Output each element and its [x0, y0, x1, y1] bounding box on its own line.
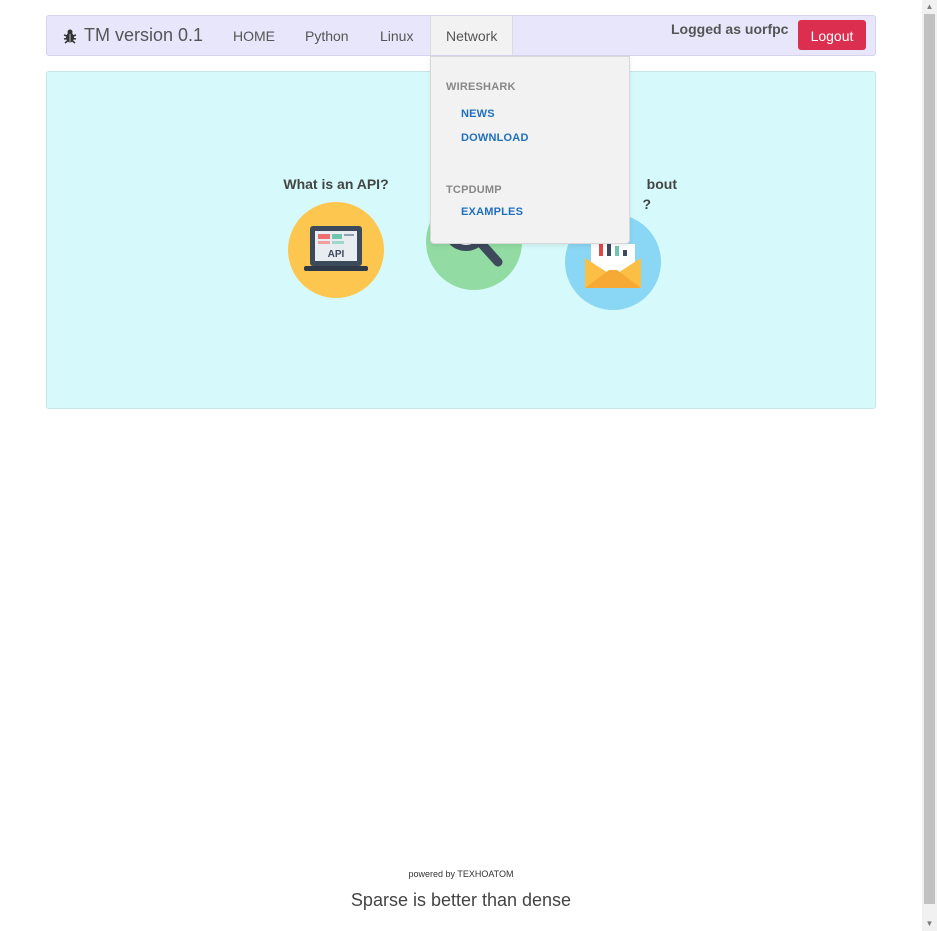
dropdown-link-examples[interactable]: EXAMPLES: [461, 206, 523, 218]
nav-network[interactable]: Network: [430, 16, 514, 55]
svg-text:API: API: [328, 249, 345, 260]
brand[interactable]: TM version 0.1: [62, 25, 203, 46]
dropdown-header-tcpdump: TCPDUMP: [446, 184, 502, 196]
scroll-down-arrow-icon[interactable]: ▼: [922, 917, 937, 931]
card-api-title: What is an API?: [283, 176, 389, 192]
logged-user-label: Logged as uorfpc: [671, 21, 789, 37]
dropdown-link-download[interactable]: DOWNLOAD: [461, 132, 529, 144]
dropdown-header-wireshark: WIRESHARK: [446, 81, 516, 93]
bug-icon: [63, 29, 77, 44]
network-dropdown: WIRESHARK NEWS DOWNLOAD TCPDUMP EXAMPLES: [430, 56, 630, 244]
nav-home[interactable]: HOME: [218, 16, 290, 55]
powered-by: powered by TEXHOATOM: [408, 869, 514, 879]
footer-motto: Sparse is better than dense: [350, 890, 572, 910]
nav-linux[interactable]: Linux: [365, 16, 428, 55]
page-scrollbar[interactable]: ▲ ▼: [922, 0, 937, 931]
navbar: TM version 0.1 HOME Python Linux Network…: [46, 15, 876, 56]
card-api[interactable]: What is an API? API: [273, 174, 399, 298]
scrollbar-thumb[interactable]: [924, 14, 935, 904]
nav-python[interactable]: Python: [290, 16, 364, 55]
scroll-up-arrow-icon[interactable]: ▲: [922, 0, 937, 14]
dropdown-link-news[interactable]: NEWS: [461, 108, 495, 120]
brand-label: TM version 0.1: [84, 25, 204, 45]
api-laptop-icon: API: [288, 202, 384, 298]
logout-button[interactable]: Logout: [798, 20, 866, 50]
